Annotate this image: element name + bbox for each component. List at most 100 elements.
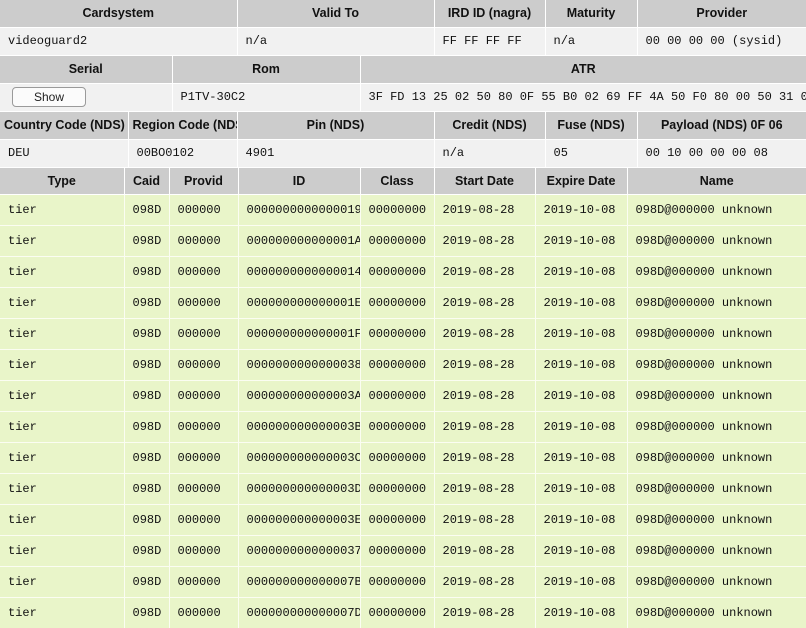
cell-provid: 000000 [169, 504, 239, 536]
cell-expire-date: 2019-10-08 [535, 473, 628, 505]
cell-caid: 098D [124, 349, 170, 381]
cell-type: tier [0, 318, 125, 350]
table-row[interactable]: tier 098D 000000 000000000000003A 00000000 20… [0, 380, 806, 412]
entitlements-table: Type Caid Provid ID Class Start Date Exp… [0, 168, 806, 628]
cell-class: 00000000 [360, 287, 435, 319]
cell-id: 000000000000001A [238, 225, 361, 257]
cell-start-date: 2019-08-28 [434, 597, 536, 628]
header-start-date: Start Date [434, 168, 536, 195]
cell-expire-date: 2019-10-08 [535, 566, 628, 598]
header-atr: ATR [360, 56, 806, 84]
cell-start-date: 2019-08-28 [434, 442, 536, 474]
cell-id: 0000000000000019 [238, 194, 361, 226]
card-info-table: Cardsystem Valid To IRD ID (nagra) Matur… [0, 0, 806, 56]
value-maturity: n/a [545, 27, 638, 56]
header-cardsystem: Cardsystem [0, 0, 238, 28]
cell-provid: 000000 [169, 318, 239, 350]
header-serial: Serial [0, 56, 173, 84]
table-row[interactable]: tier 098D 000000 000000000000003C 00000000 20… [0, 442, 806, 474]
entitlements-body: tier 098D 000000 0000000000000019 00000000 20… [0, 194, 806, 628]
header-rom: Rom [172, 56, 361, 84]
table-row[interactable]: tier 098D 000000 0000000000000037 00000000 20… [0, 535, 806, 567]
cell-type: tier [0, 535, 125, 567]
cell-caid: 098D [124, 318, 170, 350]
cell-caid: 098D [124, 504, 170, 536]
cell-name: 098D@000000 unknown [627, 535, 806, 567]
table-row[interactable]: tier 098D 000000 000000000000007B 00000000 20… [0, 566, 806, 598]
cell-type: tier [0, 287, 125, 319]
table-row[interactable]: tier 098D 000000 0000000000000014 00000000 20… [0, 256, 806, 288]
card-nds-table: Country Code (NDS) Region Code (NDS) Pin… [0, 112, 806, 168]
cell-caid: 098D [124, 535, 170, 567]
header-payload: Payload (NDS) 0F 06 [637, 112, 806, 140]
cell-class: 00000000 [360, 225, 435, 257]
cell-id: 000000000000003C [238, 442, 361, 474]
table-row[interactable]: tier 098D 000000 000000000000003D 00000000 20… [0, 473, 806, 505]
cell-caid: 098D [124, 256, 170, 288]
value-cardsystem: videoguard2 [0, 27, 238, 56]
cell-id: 000000000000003A [238, 380, 361, 412]
header-provid: Provid [169, 168, 239, 195]
cell-class: 00000000 [360, 194, 435, 226]
cell-start-date: 2019-08-28 [434, 380, 536, 412]
cell-class: 00000000 [360, 411, 435, 443]
header-expire-date: Expire Date [535, 168, 628, 195]
cell-provid: 000000 [169, 349, 239, 381]
header-name: Name [627, 168, 806, 195]
header-credit: Credit (NDS) [434, 112, 546, 140]
cell-expire-date: 2019-10-08 [535, 318, 628, 350]
header-provider: Provider [637, 0, 806, 28]
cell-type: tier [0, 225, 125, 257]
header-country-code: Country Code (NDS) [0, 112, 129, 140]
card-info-header-row-3: Country Code (NDS) Region Code (NDS) Pin… [0, 112, 806, 140]
cell-expire-date: 2019-10-08 [535, 287, 628, 319]
cell-expire-date: 2019-10-08 [535, 504, 628, 536]
cell-provid: 000000 [169, 597, 239, 628]
cell-caid: 098D [124, 380, 170, 412]
table-row[interactable]: tier 098D 000000 0000000000000038 00000000 20… [0, 349, 806, 381]
cell-caid: 098D [124, 473, 170, 505]
cell-class: 00000000 [360, 473, 435, 505]
cell-class: 00000000 [360, 535, 435, 567]
header-id: ID [238, 168, 361, 195]
cell-provid: 000000 [169, 473, 239, 505]
cell-type: tier [0, 411, 125, 443]
cell-name: 098D@000000 unknown [627, 349, 806, 381]
cell-class: 00000000 [360, 256, 435, 288]
value-valid-to: n/a [237, 27, 435, 56]
cell-name: 098D@000000 unknown [627, 194, 806, 226]
cell-type: tier [0, 473, 125, 505]
table-row[interactable]: tier 098D 000000 000000000000001A 00000000 20… [0, 225, 806, 257]
cell-expire-date: 2019-10-08 [535, 535, 628, 567]
cell-id: 0000000000000038 [238, 349, 361, 381]
value-fuse: 05 [545, 139, 638, 168]
cell-name: 098D@000000 unknown [627, 473, 806, 505]
cell-name: 098D@000000 unknown [627, 504, 806, 536]
table-row[interactable]: tier 098D 000000 000000000000003E 00000000 20… [0, 504, 806, 536]
header-fuse: Fuse (NDS) [545, 112, 638, 140]
table-row[interactable]: tier 098D 000000 000000000000001E 00000000 20… [0, 287, 806, 319]
cell-name: 098D@000000 unknown [627, 442, 806, 474]
cell-class: 00000000 [360, 318, 435, 350]
header-caid: Caid [124, 168, 170, 195]
cell-caid: 098D [124, 194, 170, 226]
table-row[interactable]: tier 098D 000000 000000000000003B 00000000 20… [0, 411, 806, 443]
show-serial-button[interactable]: Show [12, 86, 86, 107]
card-info-header-row-2: Serial Rom ATR [0, 56, 806, 84]
cell-name: 098D@000000 unknown [627, 318, 806, 350]
cell-start-date: 2019-08-28 [434, 287, 536, 319]
cell-provid: 000000 [169, 442, 239, 474]
value-country-code: DEU [0, 139, 129, 168]
value-pin: 4901 [237, 139, 435, 168]
table-row[interactable]: tier 098D 000000 0000000000000019 00000000 20… [0, 194, 806, 226]
header-region-code: Region Code (NDS) [128, 112, 238, 140]
table-row[interactable]: tier 098D 000000 000000000000007D 00000000 20… [0, 597, 806, 628]
cell-expire-date: 2019-10-08 [535, 256, 628, 288]
table-row[interactable]: tier 098D 000000 000000000000001F 00000000 20… [0, 318, 806, 350]
serial-cell: Show [0, 83, 173, 112]
cell-caid: 098D [124, 442, 170, 474]
cell-start-date: 2019-08-28 [434, 473, 536, 505]
cell-start-date: 2019-08-28 [434, 194, 536, 226]
cell-id: 000000000000003D [238, 473, 361, 505]
value-provider: 00 00 00 00 (sysid) [637, 27, 806, 56]
